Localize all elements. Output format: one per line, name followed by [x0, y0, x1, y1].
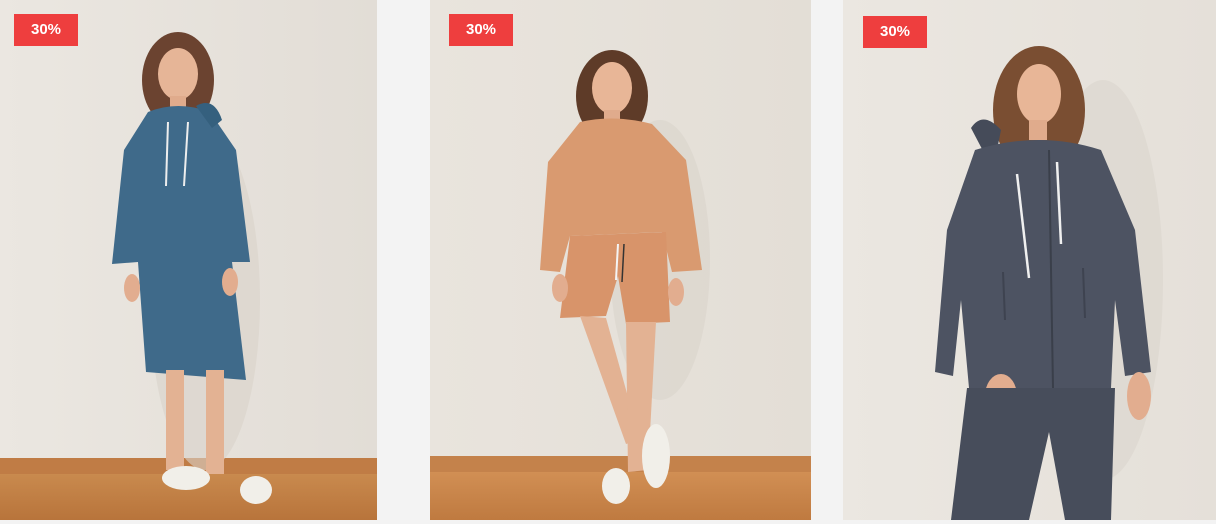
product-card-orange-sweatshirt-shorts[interactable]: 30%: [430, 0, 811, 520]
product-image[interactable]: [0, 0, 377, 520]
model-blue-hoodie-dress-icon: [0, 0, 377, 520]
model-orange-sweatshirt-shorts-icon: [430, 0, 811, 520]
product-grid: 30% 30% 30%: [0, 0, 1216, 524]
product-card-charcoal-zip-hoodie[interactable]: 30%: [843, 0, 1216, 520]
product-image[interactable]: [843, 0, 1216, 520]
discount-badge: 30%: [863, 16, 927, 48]
product-image[interactable]: [430, 0, 811, 520]
product-card-blue-hoodie-dress[interactable]: 30%: [0, 0, 377, 520]
model-charcoal-zip-hoodie-set-icon: [843, 0, 1216, 520]
discount-badge: 30%: [14, 14, 78, 46]
discount-badge: 30%: [449, 14, 513, 46]
